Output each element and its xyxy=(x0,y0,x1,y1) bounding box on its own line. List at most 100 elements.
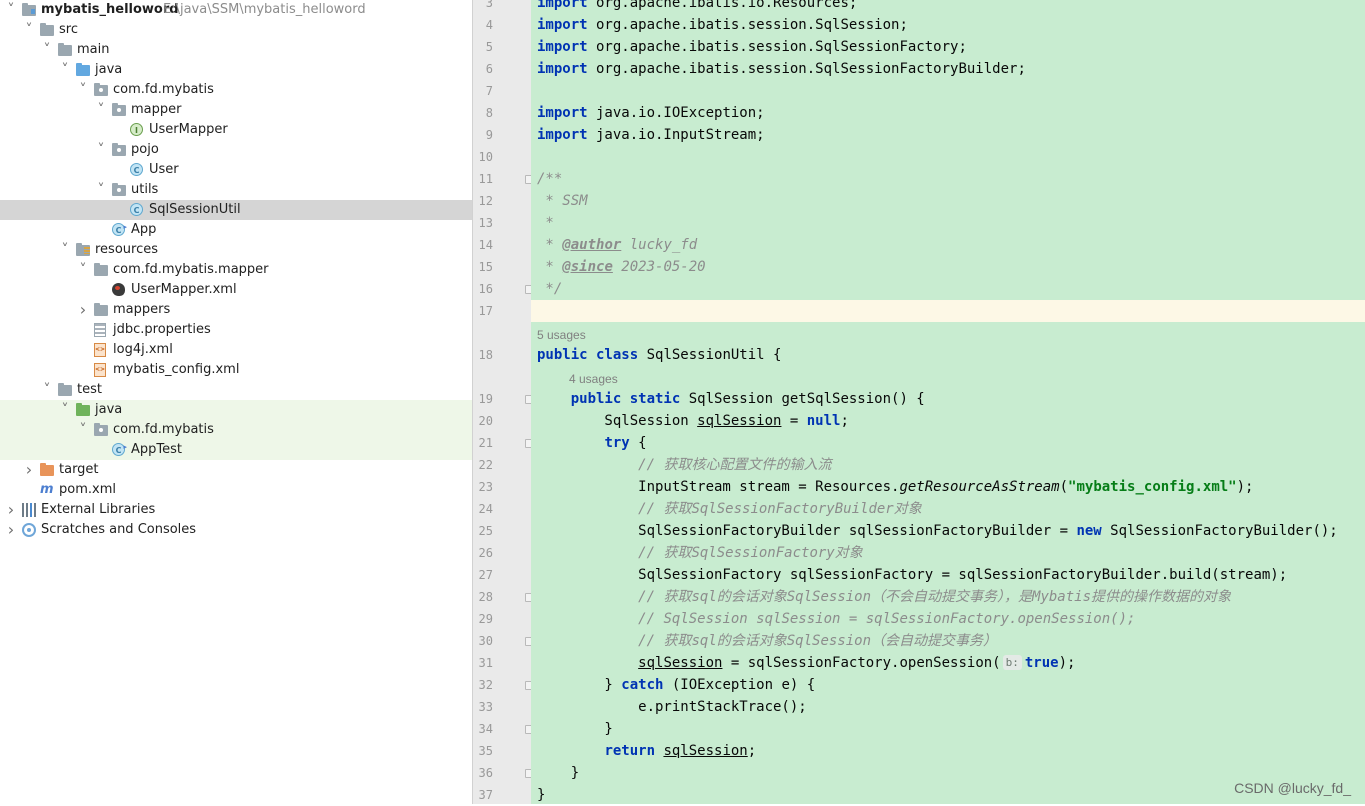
chevron-down-icon[interactable]: ˅ xyxy=(40,380,54,400)
module-icon xyxy=(22,3,36,17)
code-line[interactable]: import java.io.IOException; xyxy=(537,102,765,124)
code-line[interactable]: * @author lucky_fd xyxy=(537,234,697,256)
tree-item-scratches-and-consoles[interactable]: › Scratches and Consoles xyxy=(0,520,472,540)
code-line[interactable]: * xyxy=(537,212,553,234)
code-line[interactable]: import org.apache.ibatis.session.SqlSess… xyxy=(537,36,967,58)
tree-item-mybatis-config-xml[interactable]: <> mybatis_config.xml xyxy=(0,360,472,380)
tree-item-sqlsessionutil[interactable]: C SqlSessionUtil xyxy=(0,200,472,220)
chevron-down-icon[interactable]: ˅ xyxy=(58,240,72,260)
tree-item-java[interactable]: ˅ java xyxy=(0,60,472,80)
tree-item-target[interactable]: › target xyxy=(0,460,472,480)
chevron-down-icon[interactable]: ˅ xyxy=(94,140,108,160)
tree-item-usermapper[interactable]: I UserMapper xyxy=(0,120,472,140)
tree-item-app[interactable]: C ▸ App xyxy=(0,220,472,240)
tree-item-com-fd-mybatis[interactable]: ˅ com.fd.mybatis xyxy=(0,80,472,100)
code-line[interactable]: /** xyxy=(537,168,562,190)
code-line[interactable]: public static SqlSession getSqlSession()… xyxy=(537,388,925,410)
tree-item-src[interactable]: ˅ src xyxy=(0,20,472,40)
line-number: 34 xyxy=(478,722,493,736)
usages-hint[interactable]: 5 usages xyxy=(537,322,586,344)
tree-item-com-fd-mybatis-mapper[interactable]: ˅ com.fd.mybatis.mapper xyxy=(0,260,472,280)
chevron-down-icon[interactable]: ˅ xyxy=(58,60,72,80)
tree-item-apptest[interactable]: C ▸ AppTest xyxy=(0,440,472,460)
chevron-down-icon[interactable]: ˅ xyxy=(40,40,54,60)
tree-item-usermapper-xml[interactable]: UserMapper.xml xyxy=(0,280,472,300)
tree-item-mybatis-helloword[interactable]: ˅ mybatis_helloword E:\java\SSM\mybatis_he… xyxy=(0,0,472,20)
chevron-down-icon[interactable]: ˅ xyxy=(76,420,90,440)
code-line[interactable]: SqlSessionFactory sqlSessionFactory = sq… xyxy=(537,564,1287,586)
code-line[interactable]: } xyxy=(537,718,612,740)
code-editor[interactable]: CSDN @lucky_fd_ import org.apache.ibatis… xyxy=(531,0,1365,804)
code-line[interactable]: // 获取核心配置文件的输入流 xyxy=(537,454,831,476)
code-line[interactable]: e.printStackTrace(); xyxy=(537,696,807,718)
code-line[interactable]: try { xyxy=(537,432,646,454)
chevron-right-icon[interactable]: › xyxy=(4,500,18,520)
code-line[interactable]: // 获取sql的会话对象SqlSession（会自动提交事务） xyxy=(537,630,997,652)
chevron-down-icon[interactable]: ˅ xyxy=(58,400,72,420)
code-line[interactable]: * @since 2023-05-20 xyxy=(537,256,705,278)
chevron-down-icon[interactable]: ˅ xyxy=(94,180,108,200)
code-line[interactable]: */ xyxy=(537,278,562,300)
tree-item-java[interactable]: ˅ java xyxy=(0,400,472,420)
package-icon xyxy=(112,103,126,117)
line-number: 29 xyxy=(478,612,493,626)
code-line[interactable]: public class SqlSessionUtil { xyxy=(537,344,781,366)
line-number: 30 xyxy=(478,634,493,648)
xml-file-icon: <> xyxy=(94,343,108,357)
line-number: 35 xyxy=(478,744,493,758)
tree-item-label: Scratches and Consoles xyxy=(41,522,197,537)
chevron-right-icon[interactable]: › xyxy=(4,520,18,540)
tree-item-main[interactable]: ˅ main xyxy=(0,40,472,60)
tree-item-resources[interactable]: ˅ resources xyxy=(0,240,472,260)
chevron-down-icon[interactable]: ˅ xyxy=(76,260,90,280)
chevron-right-icon[interactable]: › xyxy=(22,460,36,480)
code-line[interactable]: import org.apache.ibatis.session.SqlSess… xyxy=(537,14,908,36)
tree-item-mappers[interactable]: › mappers xyxy=(0,300,472,320)
code-line[interactable]: import org.apache.ibatis.io.Resources; xyxy=(537,0,857,14)
chevron-right-icon[interactable]: › xyxy=(76,300,90,320)
code-line[interactable]: return sqlSession; xyxy=(537,740,756,762)
code-line[interactable]: sqlSession = sqlSessionFactory.openSessi… xyxy=(537,652,1075,674)
tree-item-label: com.fd.mybatis xyxy=(113,422,214,437)
tree-item-jdbc-properties[interactable]: jdbc.properties xyxy=(0,320,472,340)
tree-item-pojo[interactable]: ˅ pojo xyxy=(0,140,472,160)
tree-item-com-fd-mybatis[interactable]: ˅ com.fd.mybatis xyxy=(0,420,472,440)
code-line[interactable]: import org.apache.ibatis.session.SqlSess… xyxy=(537,58,1026,80)
tree-item-utils[interactable]: ˅ utils xyxy=(0,180,472,200)
source-folder-icon xyxy=(76,63,90,77)
code-line[interactable]: } xyxy=(537,784,545,806)
tree-item-log4j-xml[interactable]: <> log4j.xml xyxy=(0,340,472,360)
line-number: 12 xyxy=(478,194,493,208)
chevron-down-icon[interactable]: ˅ xyxy=(4,0,18,20)
scratches-icon xyxy=(22,523,36,537)
code-line[interactable]: // SqlSession sqlSession = sqlSessionFac… xyxy=(537,608,1135,630)
code-line[interactable]: // 获取SqlSessionFactory对象 xyxy=(537,542,863,564)
tree-item-label: java xyxy=(95,402,123,417)
code-line[interactable]: * SSM xyxy=(537,190,587,212)
code-line[interactable]: } catch (IOException e) { xyxy=(537,674,815,696)
tree-item-user[interactable]: C User xyxy=(0,160,472,180)
code-line[interactable]: SqlSession sqlSession = null; xyxy=(537,410,848,432)
tree-item-external-libraries[interactable]: › External Libraries xyxy=(0,500,472,520)
code-line[interactable]: } xyxy=(537,762,579,784)
code-line[interactable]: SqlSessionFactoryBuilder sqlSessionFacto… xyxy=(537,520,1338,542)
tree-item-pom-xml[interactable]: m pom.xml xyxy=(0,480,472,500)
code-line[interactable]: InputStream stream = Resources.getResour… xyxy=(537,476,1253,498)
interface-icon: I xyxy=(130,123,144,137)
editor-gutter[interactable]: 3 4 5 6 7 8 9 10 11 12 13 14 15 16 17 18 19 20 21 22 23 24 25 2… xyxy=(473,0,534,804)
properties-file-icon xyxy=(94,323,108,337)
line-number: 33 xyxy=(478,700,493,714)
tree-item-test[interactable]: ˅ test xyxy=(0,380,472,400)
chevron-down-icon[interactable]: ˅ xyxy=(22,20,36,40)
code-line[interactable]: // 获取SqlSessionFactoryBuilder对象 xyxy=(537,498,922,520)
tree-item-label: main xyxy=(77,42,110,57)
tree-item-mapper[interactable]: ˅ mapper xyxy=(0,100,472,120)
chevron-down-icon[interactable]: ˅ xyxy=(94,100,108,120)
code-line[interactable]: import java.io.InputStream; xyxy=(537,124,765,146)
chevron-down-icon[interactable]: ˅ xyxy=(76,80,90,100)
usages-hint[interactable]: 4 usages xyxy=(569,366,618,388)
project-tree[interactable]: ˅ mybatis_helloword E:\java\SSM\mybatis_he… xyxy=(0,0,472,804)
code-line[interactable]: // 获取sql的会话对象SqlSession（不会自动提交事务），是Mybat… xyxy=(537,586,1231,608)
line-number: 4 xyxy=(485,18,493,32)
tree-item-label: log4j.xml xyxy=(113,342,173,357)
